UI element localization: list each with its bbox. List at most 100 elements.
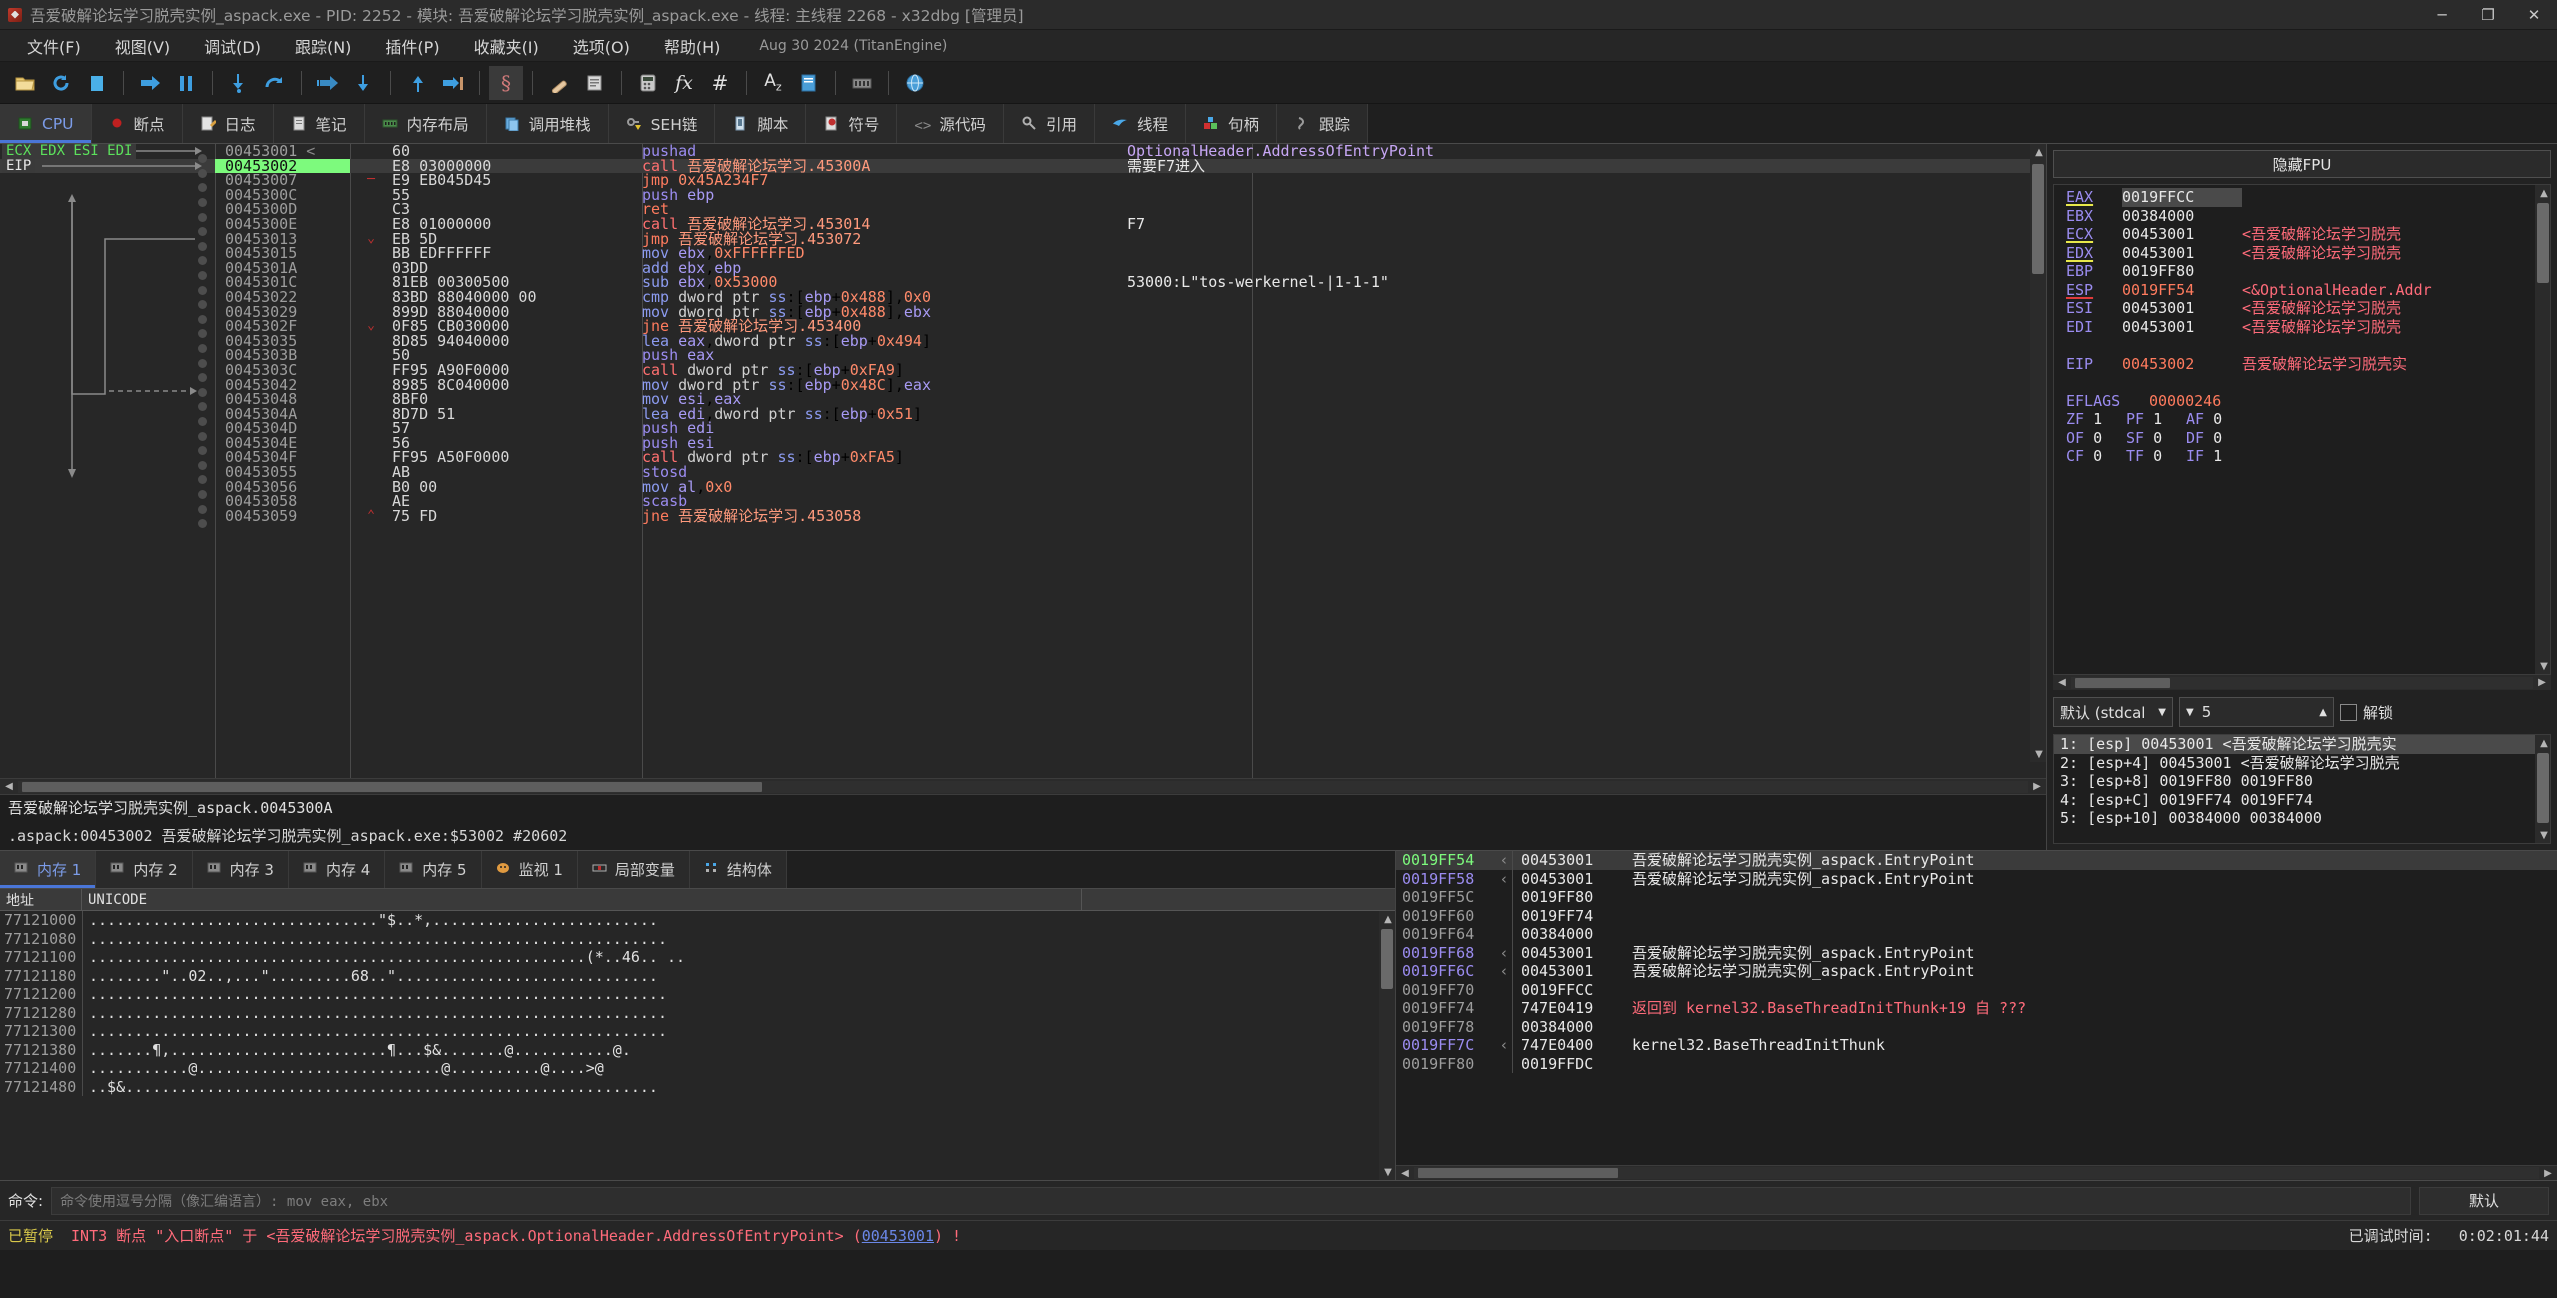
- arguments-vscrollbar[interactable]: ▲ ▼: [2535, 735, 2550, 843]
- menu-item-debug[interactable]: 调试(D): [187, 30, 278, 62]
- scroll-thumb[interactable]: [1418, 1168, 1618, 1178]
- registers-hscrollbar[interactable]: ◀ ▶: [2053, 675, 2551, 690]
- scroll-up-arrow[interactable]: ▲: [2535, 735, 2551, 751]
- disassembly-row[interactable]: 0045302283BD 88040000 00cmp dword ptr ss…: [0, 290, 2046, 305]
- tab-call-stack[interactable]: 调用堆栈: [487, 104, 609, 143]
- argument-count-stepper[interactable]: ▼ 5 ▲: [2179, 697, 2334, 727]
- dump-rows-container[interactable]: 77121000................................…: [0, 911, 1395, 1180]
- stack-row[interactable]: 0019FF6C‹00453001吾爱破解论坛学习脱壳实例_aspack.Ent…: [1396, 962, 2557, 981]
- disassembly-row[interactable]: 00453015BB EDFFFFFFmov ebx,0xFFFFFFED: [0, 246, 2046, 261]
- stack-row[interactable]: 0019FF700019FFCC: [1396, 981, 2557, 1000]
- scroll-thumb[interactable]: [1381, 929, 1393, 989]
- stack-row[interactable]: 0019FF5C0019FF80: [1396, 888, 2557, 907]
- registers-vscrollbar[interactable]: ▲ ▼: [2535, 185, 2550, 674]
- disassembly-row[interactable]: 0045301A03DDadd ebx,ebp: [0, 261, 2046, 276]
- tab-references[interactable]: 引用: [1004, 104, 1095, 143]
- pause-icon[interactable]: [169, 66, 203, 100]
- scroll-down-arrow[interactable]: ▼: [2535, 827, 2551, 843]
- trace-into-icon[interactable]: [311, 66, 345, 100]
- stop-icon[interactable]: [80, 66, 114, 100]
- restart-icon[interactable]: [44, 66, 78, 100]
- register-value[interactable]: 00453001: [2122, 318, 2242, 337]
- register-value[interactable]: 00453001: [2122, 244, 2242, 263]
- status-message-address-link[interactable]: 00453001: [862, 1227, 934, 1245]
- menu-item-help[interactable]: 帮助(H): [647, 30, 738, 62]
- register-row[interactable]: EBX00384000: [2054, 207, 2550, 226]
- register-row[interactable]: EDI00453001<吾爱破解论坛学习脱壳: [2054, 318, 2550, 337]
- font-icon[interactable]: Az: [756, 66, 790, 100]
- dump-tab-2[interactable]: 内存 2: [96, 851, 192, 888]
- stack-hscrollbar[interactable]: ◀ ▶: [1396, 1165, 2557, 1180]
- dump-row[interactable]: 77121280................................…: [0, 1004, 1395, 1023]
- dump-row[interactable]: 77121000................................…: [0, 911, 1395, 930]
- disassembly-row[interactable]: 0045301C81EB 00300500sub ebx,0x530005300…: [0, 275, 2046, 290]
- scroll-thumb[interactable]: [2537, 203, 2549, 283]
- stack-rows-container[interactable]: 0019FF54‹00453001吾爱破解论坛学习脱壳实例_aspack.Ent…: [1396, 851, 2557, 1165]
- dump-row[interactable]: 77121380.......¶,.......................…: [0, 1041, 1395, 1060]
- open-file-icon[interactable]: [8, 66, 42, 100]
- menu-item-favorites[interactable]: 收藏夹(I): [457, 30, 556, 62]
- disassembly-row[interactable]: 00453056B0 00mov al,0x0: [0, 480, 2046, 495]
- command-default-button[interactable]: 默认: [2419, 1187, 2549, 1215]
- disassembly-row[interactable]: 0045300EE8 01000000call 吾爱破解论坛学习.453014F…: [0, 217, 2046, 232]
- dump-row[interactable]: 77121180........"..02..,...".........68.…: [0, 967, 1395, 986]
- execute-till-return-icon[interactable]: [400, 66, 434, 100]
- disassembly-row[interactable]: 004530488BF0mov esi,eax: [0, 392, 2046, 407]
- dump-tab-struct[interactable]: 结构体: [690, 851, 787, 888]
- scroll-thumb[interactable]: [2075, 678, 2170, 688]
- scroll-up-arrow[interactable]: ▲: [1379, 911, 1395, 927]
- arguments-list[interactable]: 1: [esp] 00453001 <吾爱破解论坛学习脱壳实2: [esp+4]…: [2053, 734, 2551, 844]
- scroll-right-arrow[interactable]: ▶: [2533, 675, 2551, 691]
- instruction-address[interactable]: 00453059: [215, 509, 350, 524]
- dump-row[interactable]: 77121300................................…: [0, 1022, 1395, 1041]
- stack-row[interactable]: 0019FF58‹00453001吾爱破解论坛学习脱壳实例_aspack.Ent…: [1396, 870, 2557, 889]
- scroll-up-arrow[interactable]: ▲: [2535, 185, 2551, 201]
- scroll-down-arrow[interactable]: ▼: [2030, 746, 2046, 762]
- command-input[interactable]: 命令使用逗号分隔（像汇编语言）: mov eax, ebx: [51, 1187, 2411, 1215]
- argument-row[interactable]: 3: [esp+8] 0019FF80 0019FF80: [2054, 772, 2550, 791]
- stack-row[interactable]: 0019FF74747E0419返回到 kernel32.BaseThreadI…: [1396, 999, 2557, 1018]
- flag-zf[interactable]: ZF 1: [2054, 410, 2114, 429]
- dump-tab-watch-1[interactable]: 监视 1: [482, 851, 578, 888]
- flag-df[interactable]: DF 0: [2174, 429, 2234, 448]
- register-row[interactable]: ESI00453001<吾爱破解论坛学习脱壳: [2054, 299, 2550, 318]
- register-value[interactable]: 0019FF54: [2122, 281, 2242, 300]
- tab-trace[interactable]: 跟踪: [1277, 104, 1368, 143]
- registers-list[interactable]: EAX0019FFCCEBX00384000ECX00453001<吾爱破解论坛…: [2053, 184, 2551, 675]
- disassembly-row[interactable]: 0045303B50push eax: [0, 348, 2046, 363]
- stack-row[interactable]: 0019FF54‹00453001吾爱破解论坛学习脱壳实例_aspack.Ent…: [1396, 851, 2557, 870]
- menu-item-view[interactable]: 视图(V): [98, 30, 187, 62]
- register-row-eflags[interactable]: EFLAGS00000246: [2054, 392, 2550, 411]
- disassembly-row[interactable]: 0045304FFF95 A50F0000call dword ptr ss:[…: [0, 450, 2046, 465]
- scroll-track[interactable]: [18, 781, 2028, 793]
- hide-fpu-button[interactable]: 隐藏FPU: [2053, 150, 2551, 178]
- run-to-user-code-icon[interactable]: [436, 66, 470, 100]
- log-icon[interactable]: [578, 66, 612, 100]
- dump-column-empty[interactable]: [1082, 889, 1395, 910]
- scroll-up-arrow[interactable]: ▲: [2030, 144, 2046, 160]
- register-value[interactable]: 0019FFCC: [2122, 188, 2242, 207]
- globe-icon[interactable]: [898, 66, 932, 100]
- scroll-track[interactable]: [1414, 1167, 2539, 1179]
- tab-breakpoints[interactable]: 断点: [92, 104, 183, 143]
- flag-cf[interactable]: CF 0: [2054, 447, 2114, 466]
- menu-item-options[interactable]: 选项(O): [556, 30, 647, 62]
- dump-column-unicode[interactable]: UNICODE: [82, 889, 1082, 910]
- disassembly-row[interactable]: 004530428985 8C040000mov dword ptr ss:[e…: [0, 378, 2046, 393]
- dump-row[interactable]: 77121100................................…: [0, 948, 1395, 967]
- maximize-button[interactable]: ❐: [2465, 0, 2511, 29]
- dump-row[interactable]: 77121080................................…: [0, 930, 1395, 949]
- flag-if[interactable]: IF 1: [2174, 447, 2234, 466]
- disassembly-row[interactable]: 00453001 <60pushadOptionalHeader.Address…: [0, 144, 2046, 159]
- unlock-checkbox[interactable]: [2340, 704, 2357, 721]
- register-row[interactable]: EAX0019FFCC: [2054, 188, 2550, 207]
- disassembly-row[interactable]: 00453007─E9 EB045D45jmp 0x45A234F7: [0, 173, 2046, 188]
- disassembly-row[interactable]: 0045304E56push esi: [0, 436, 2046, 451]
- register-value[interactable]: 0019FF80: [2122, 262, 2242, 281]
- stack-row[interactable]: 0019FF7800384000: [1396, 1018, 2557, 1037]
- minimize-button[interactable]: ─: [2419, 0, 2465, 29]
- tab-script[interactable]: 脚本: [715, 104, 806, 143]
- dump-column-address[interactable]: 地址: [0, 889, 82, 910]
- disassembly-row[interactable]: 0045304D57push edi: [0, 421, 2046, 436]
- tab-handles[interactable]: 句柄: [1186, 104, 1277, 143]
